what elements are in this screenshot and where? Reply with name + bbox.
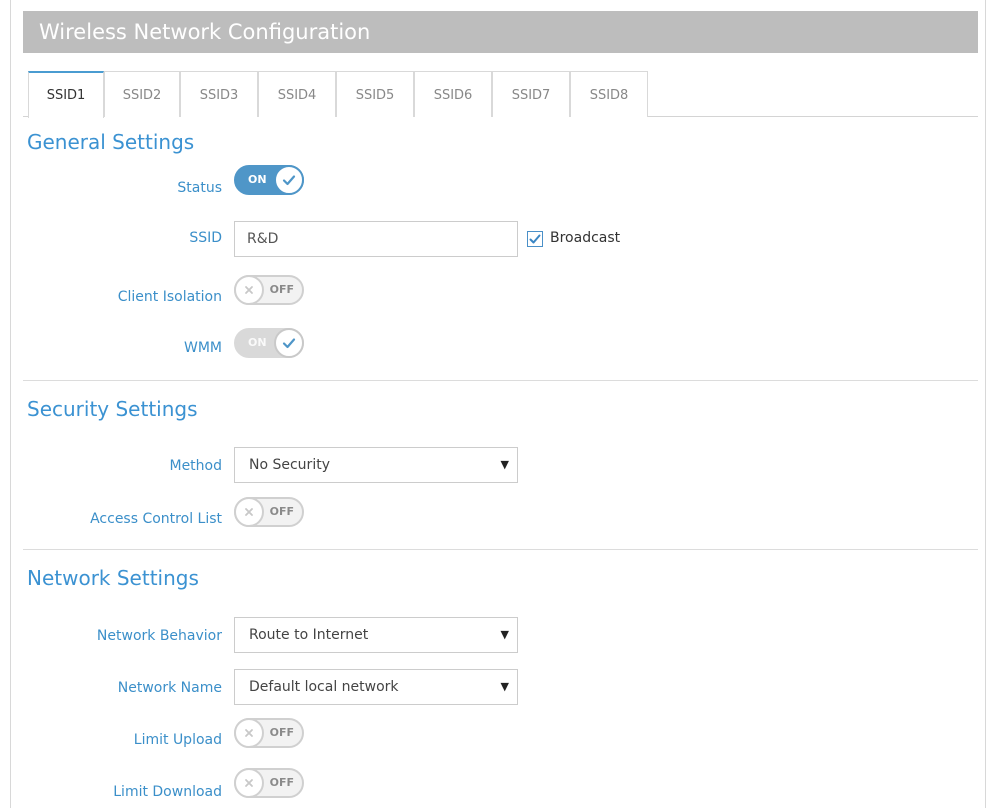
tab-ssid6[interactable]: SSID6 <box>414 71 492 117</box>
ssid-label: SSID <box>189 230 222 246</box>
security-settings-heading: Security Settings <box>27 397 198 421</box>
network-behavior-value: Route to Internet <box>249 627 369 643</box>
x-icon <box>234 275 264 305</box>
status-toggle-text: ON <box>248 173 267 186</box>
tab-ssid2[interactable]: SSID2 <box>104 71 180 117</box>
page-title: Wireless Network Configuration <box>39 20 371 44</box>
client-isolation-label: Client Isolation <box>117 289 222 305</box>
general-settings-heading: General Settings <box>27 130 195 154</box>
check-icon <box>529 234 541 244</box>
wmm-toggle[interactable]: ON <box>234 328 304 358</box>
x-icon <box>234 768 264 798</box>
status-toggle[interactable]: ON <box>234 165 304 195</box>
section-divider <box>23 380 978 381</box>
network-name-value: Default local network <box>249 679 399 695</box>
limit-upload-label: Limit Upload <box>133 732 222 748</box>
network-name-select[interactable]: Default local network ▼ <box>234 669 518 705</box>
caret-down-icon: ▼ <box>500 628 509 641</box>
caret-down-icon: ▼ <box>500 458 509 471</box>
broadcast-label: Broadcast <box>550 230 621 246</box>
tab-ssid4[interactable]: SSID4 <box>258 71 336 117</box>
method-label: Method <box>169 458 222 474</box>
security-method-select[interactable]: No Security ▼ <box>234 447 518 483</box>
acl-toggle-text: OFF <box>269 505 294 518</box>
tab-ssid5[interactable]: SSID5 <box>336 71 414 117</box>
access-control-list-label: Access Control List <box>90 511 222 527</box>
check-icon <box>274 328 304 358</box>
client-isolation-toggle[interactable]: OFF <box>234 275 304 305</box>
ssid-input[interactable] <box>234 221 518 257</box>
tab-ssid8[interactable]: SSID8 <box>570 71 648 117</box>
check-icon <box>274 165 304 195</box>
client-isolation-toggle-text: OFF <box>269 283 294 296</box>
wmm-toggle-text: ON <box>248 336 267 349</box>
network-behavior-select[interactable]: Route to Internet ▼ <box>234 617 518 653</box>
limit-upload-toggle-text: OFF <box>269 726 294 739</box>
caret-down-icon: ▼ <box>500 680 509 693</box>
ssid-tab-bar: SSID1 SSID2 SSID3 SSID4 SSID5 SSID6 SSID… <box>23 71 978 118</box>
wmm-label: WMM <box>183 340 222 356</box>
security-method-value: No Security <box>249 457 330 473</box>
x-icon <box>234 497 264 527</box>
network-name-label: Network Name <box>117 680 222 696</box>
x-icon <box>234 718 264 748</box>
access-control-list-toggle[interactable]: OFF <box>234 497 304 527</box>
tab-ssid1[interactable]: SSID1 <box>28 71 104 118</box>
tab-ssid3[interactable]: SSID3 <box>180 71 258 117</box>
broadcast-checkbox[interactable] <box>527 231 543 247</box>
tab-ssid7[interactable]: SSID7 <box>492 71 570 117</box>
page-title-bar: Wireless Network Configuration <box>23 11 978 53</box>
status-label: Status <box>177 180 222 196</box>
section-divider <box>23 549 978 550</box>
limit-download-label: Limit Download <box>113 784 222 800</box>
network-behavior-label: Network Behavior <box>96 628 222 644</box>
limit-download-toggle-text: OFF <box>269 776 294 789</box>
limit-upload-toggle[interactable]: OFF <box>234 718 304 748</box>
network-settings-heading: Network Settings <box>27 566 199 590</box>
limit-download-toggle[interactable]: OFF <box>234 768 304 798</box>
